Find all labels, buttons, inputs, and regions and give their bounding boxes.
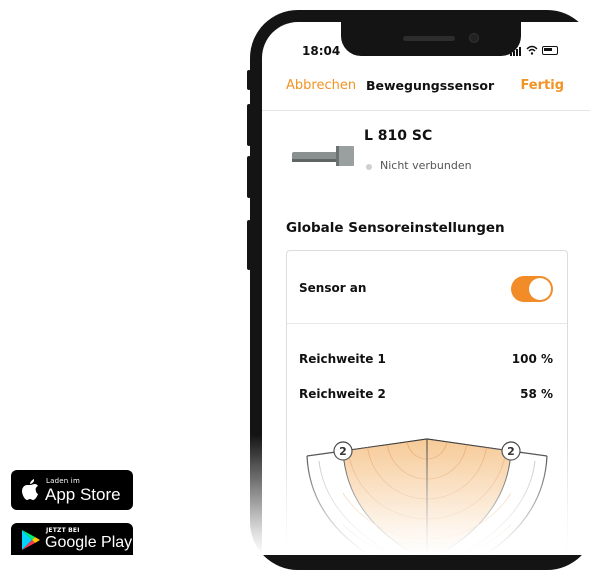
zone-left-label: 2 — [339, 445, 347, 458]
battery-icon — [542, 46, 558, 55]
page-title: Bewegungssensor — [366, 78, 495, 93]
range2-label: Reichweite 2 — [299, 387, 386, 401]
power-button — [247, 220, 251, 270]
notch — [341, 22, 521, 56]
sensor-on-label: Sensor an — [299, 281, 367, 295]
google-play-icon — [22, 530, 40, 550]
volume-up-button — [247, 104, 251, 146]
google-play-badge[interactable]: JETZT BEI Google Play — [11, 523, 133, 555]
cancel-button[interactable]: Abbrechen — [286, 78, 356, 93]
zone-right-marker[interactable]: 2 — [501, 441, 521, 461]
gplay-big-label: Google Play — [45, 534, 133, 551]
apple-icon — [22, 479, 38, 500]
gplay-small-label: JETZT BEI — [46, 527, 80, 534]
range1-value: 100 % — [511, 352, 553, 366]
wifi-icon — [526, 45, 538, 55]
device-name: L 810 SC — [364, 128, 433, 144]
door-handle-image — [292, 146, 354, 166]
section-title: Globale Sensoreinstellungen — [286, 220, 505, 236]
app-store-badge[interactable]: Laden im App Store — [11, 470, 133, 510]
front-camera — [469, 33, 479, 43]
sensor-settings-card: Sensor an Reichweite 1 100 % Reichweite … — [286, 250, 568, 555]
appstore-small-label: Laden im — [46, 477, 80, 485]
phone-screen: 18:04 Abbrechen Bewegungssensor Fertig L… — [262, 22, 590, 555]
zone-left-marker[interactable]: 2 — [333, 441, 353, 461]
navigation-bar: Abbrechen Bewegungssensor Fertig — [262, 78, 590, 100]
volume-down-button — [247, 156, 251, 198]
status-icons — [510, 44, 570, 56]
connection-status-dot — [366, 164, 372, 170]
detection-zone-diagram[interactable]: 2 2 1 — [287, 411, 567, 555]
done-button[interactable]: Fertig — [520, 78, 564, 93]
speaker — [403, 36, 455, 41]
sensor-on-toggle[interactable] — [511, 276, 553, 302]
zone-right-label: 2 — [507, 445, 515, 458]
card-divider — [287, 323, 567, 324]
range1-label: Reichweite 1 — [299, 352, 386, 366]
status-time: 18:04 — [302, 44, 341, 58]
appstore-big-label: App Store — [45, 485, 121, 504]
connection-status: Nicht verbunden — [380, 159, 472, 172]
nav-divider — [262, 110, 590, 111]
range2-value: 58 % — [520, 387, 553, 401]
mute-switch — [247, 70, 251, 90]
toggle-knob — [529, 278, 551, 300]
